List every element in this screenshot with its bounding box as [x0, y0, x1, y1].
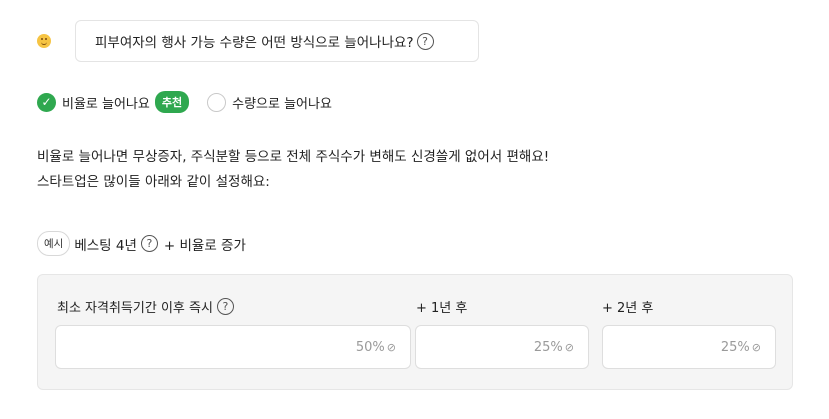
question-text: 피부여자의 행사 가능 수량은 어떤 방식으로 늘어나나요? [95, 35, 414, 51]
value-text: 25% [720, 339, 750, 355]
options-row: ✓ 비율로 늘어나요 추천 수량으로 늘어나요 [37, 91, 332, 113]
smiley-emoji-icon [37, 34, 51, 48]
percent-check-icon: ⊘ [564, 340, 574, 354]
percent-check-icon: ⊘ [386, 340, 396, 354]
vesting-panel: 최소 자격취득기간 이후 즉시 ? + 1년 후 + 2년 후 50% ⊘ 25%… [37, 274, 793, 390]
example-text-before: 베스팅 4년 [74, 237, 137, 254]
percent-check-icon: ⊘ [751, 340, 761, 354]
description: 비율로 늘어나면 무상증자, 주식분할 등으로 전체 주식수가 변해도 신경쓸게… [37, 145, 549, 195]
recommended-badge: 추천 [154, 91, 190, 113]
example-badge: 예시 [37, 231, 71, 256]
column-label-2yr: + 2년 후 [602, 301, 654, 316]
question-row: 피부여자의 행사 가능 수량은 어떤 방식으로 늘어나나요? ? [37, 20, 479, 62]
help-icon[interactable]: ? [140, 235, 158, 252]
value-input-1yr[interactable]: 25% ⊘ [415, 325, 589, 369]
radio-ratio-checked-icon[interactable]: ✓ [37, 92, 56, 112]
description-line-1: 비율로 늘어나면 무상증자, 주식분할 등으로 전체 주식수가 변해도 신경쓸게… [37, 149, 550, 165]
example-text-after: + 비율로 증가 [163, 237, 246, 254]
description-line-2: 스타트업은 많이들 아래와 같이 설정해요: [37, 174, 270, 190]
option-quantity-label[interactable]: 수량으로 늘어나요 [232, 93, 332, 112]
example-row: 예시 베스팅 4년 ? + 비율로 증가 [37, 231, 246, 256]
help-icon[interactable]: ? [416, 32, 434, 50]
column-label-immediate: 최소 자격취득기간 이후 즉시 ? [57, 297, 234, 316]
radio-quantity-unchecked-icon[interactable] [207, 92, 227, 112]
value-text: 50% [355, 339, 385, 355]
column-label-1yr: + 1년 후 [416, 301, 468, 316]
column-label-text: 최소 자격취득기간 이후 즉시 [57, 301, 213, 316]
option-ratio-label[interactable]: 비율로 늘어나요 [62, 93, 150, 112]
value-text: 25% [533, 339, 563, 355]
value-input-immediate[interactable]: 50% ⊘ [55, 325, 411, 369]
help-icon[interactable]: ? [216, 298, 234, 315]
value-input-2yr[interactable]: 25% ⊘ [602, 325, 776, 369]
question-bubble: 피부여자의 행사 가능 수량은 어떤 방식으로 늘어나나요? ? [75, 20, 479, 62]
